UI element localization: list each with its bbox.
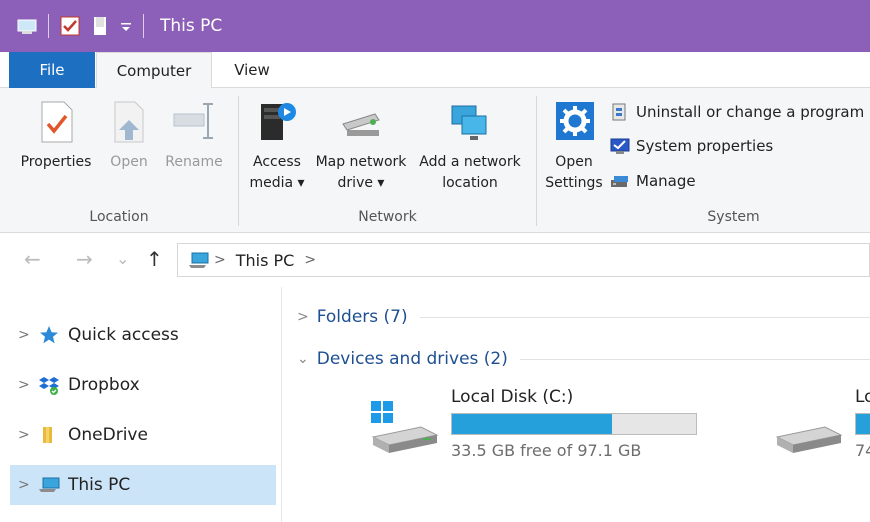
expand-chevron-icon[interactable]: >: [10, 477, 38, 493]
system-properties-button[interactable]: System properties: [610, 136, 773, 156]
title-bar: This PC: [0, 0, 870, 52]
toolbar-separator: [143, 14, 144, 38]
uninstall-icon: [610, 102, 630, 122]
drive-usage-bar: [451, 413, 697, 435]
forward-button[interactable]: →: [76, 247, 93, 271]
recent-locations-button[interactable]: ⌄: [116, 249, 129, 268]
breadcrumb-separator[interactable]: >: [214, 252, 226, 268]
this-pc-icon: [188, 251, 210, 269]
nav-item-onedrive[interactable]: > OneDrive: [10, 415, 276, 455]
network-location-icon: [448, 98, 492, 146]
navigation-bar: ← → ⌄ ↑ > This PC >: [0, 233, 870, 287]
nav-item-dropbox[interactable]: > Dropbox: [10, 365, 276, 405]
rename-icon: [172, 98, 216, 146]
content-pane: > Folders (7) ⌄ Devices and drives (2) L…: [283, 287, 870, 522]
drive-name: Local Disk (C:): [451, 387, 574, 407]
network-drive-icon: [339, 98, 383, 146]
media-server-icon: [255, 98, 299, 146]
expand-chevron-icon[interactable]: >: [10, 427, 38, 443]
properties-icon[interactable]: [59, 15, 81, 37]
ribbon: Properties Open Rename Location Access m…: [0, 88, 870, 233]
access-media-button[interactable]: Access media ▾: [243, 98, 311, 194]
drive-usage-fill: [452, 414, 612, 434]
open-settings-button[interactable]: Open Settings: [541, 98, 607, 194]
navigation-pane: > Quick access > Dropbox > OneDrive > Th…: [0, 287, 282, 522]
properties-icon: [34, 98, 78, 146]
uninstall-program-button[interactable]: Uninstall or change a program: [610, 102, 864, 122]
up-button[interactable]: ↑: [146, 247, 163, 271]
network-group: Access media ▾ Map network drive ▾ Add a…: [239, 88, 536, 233]
address-bar[interactable]: > This PC >: [177, 243, 870, 277]
expand-chevron-icon[interactable]: >: [297, 309, 309, 325]
star-icon: [38, 324, 60, 346]
section-divider: [419, 316, 870, 318]
add-network-location-button[interactable]: Add a network location: [413, 98, 527, 194]
tab-computer[interactable]: Computer: [96, 52, 212, 89]
nav-item-this-pc[interactable]: > This PC: [10, 465, 276, 505]
section-divider: [519, 358, 870, 360]
open-icon: [107, 98, 151, 146]
settings-gear-icon: [552, 98, 596, 146]
drive-name: Lo: [855, 387, 870, 407]
breadcrumb-this-pc[interactable]: This PC: [236, 251, 295, 270]
drive-icon: [773, 401, 845, 457]
tab-view[interactable]: View: [218, 52, 286, 88]
network-group-label: Network: [358, 209, 417, 225]
drive-usage-fill: [856, 414, 870, 434]
folders-section-header[interactable]: > Folders (7): [297, 307, 870, 327]
window-title: This PC: [160, 16, 223, 36]
properties-button[interactable]: Properties: [14, 98, 98, 173]
drive-item-c[interactable]: Local Disk (C:) 33.5 GB free of 97.1 GB: [369, 387, 697, 460]
breadcrumb-separator[interactable]: >: [304, 252, 316, 268]
toolbar-separator: [48, 14, 49, 38]
windows-drive-icon: [369, 401, 441, 457]
drive-free-space: 74: [855, 441, 870, 460]
dropbox-icon: [38, 374, 60, 396]
expand-chevron-icon[interactable]: >: [10, 377, 38, 393]
tab-file[interactable]: File: [9, 52, 95, 88]
this-pc-icon: [16, 15, 38, 37]
location-group-label: Location: [89, 209, 149, 225]
this-pc-icon: [38, 474, 60, 496]
expand-chevron-icon[interactable]: >: [10, 327, 38, 343]
rename-button[interactable]: Rename: [160, 98, 228, 173]
new-folder-icon[interactable]: [89, 15, 111, 37]
manage-icon: [610, 171, 630, 191]
map-network-drive-button[interactable]: Map network drive ▾: [311, 98, 411, 194]
collapse-chevron-icon[interactable]: ⌄: [297, 351, 309, 367]
ribbon-tabs: File Computer View: [0, 52, 870, 89]
nav-item-quick-access[interactable]: > Quick access: [10, 315, 276, 355]
folder-icon: [38, 424, 60, 446]
drive-item-second[interactable]: Lo 74: [773, 387, 870, 467]
back-button[interactable]: ←: [24, 247, 41, 271]
customize-dropdown-icon[interactable]: [119, 15, 133, 37]
drive-free-space: 33.5 GB free of 97.1 GB: [451, 441, 642, 460]
open-button[interactable]: Open: [103, 98, 155, 173]
location-group: Properties Open Rename Location: [0, 88, 238, 233]
drive-usage-bar: [855, 413, 870, 435]
devices-section-header[interactable]: ⌄ Devices and drives (2): [297, 349, 870, 369]
manage-button[interactable]: Manage: [610, 171, 696, 191]
system-group-label: System: [707, 209, 760, 225]
system-properties-icon: [610, 136, 630, 156]
